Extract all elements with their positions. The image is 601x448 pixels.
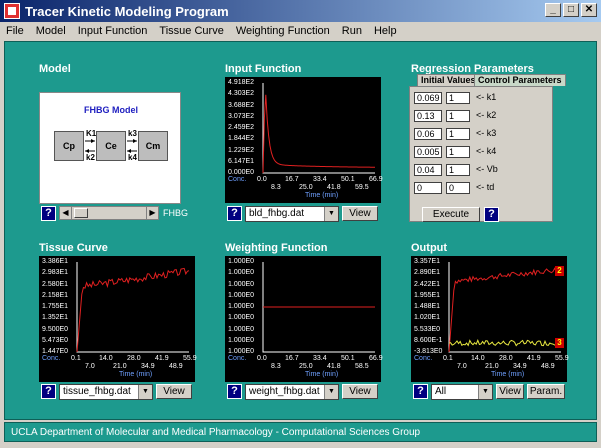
weighting-plot: 1.000E0 1.000E0 1.000E0 1.000E0 1.000E0 1.000…: [225, 256, 383, 382]
plot-axes: [76, 262, 189, 353]
output-select-value: All: [435, 386, 447, 397]
model-arrows: [85, 139, 137, 153]
menu-run[interactable]: Run: [342, 25, 362, 37]
main-area: Model FHBG Model Cp Ce Cm K1 k2 k3 k4 ? …: [4, 41, 597, 420]
close-button[interactable]: ✕: [581, 3, 597, 17]
param-value-input[interactable]: 0.06: [414, 128, 442, 140]
param-flag-input[interactable]: 1: [446, 128, 470, 140]
weighting-panel-title: Weighting Function: [225, 242, 328, 254]
chevron-down-icon[interactable]: ▼: [324, 207, 338, 221]
input-file-select[interactable]: bld_fhbg.dat ▼: [245, 206, 339, 222]
param-label: <- k2: [476, 110, 497, 120]
chevron-down-icon[interactable]: ▼: [478, 385, 492, 399]
title-bar: Tracer Kinetic Modeling Program _ □ ✕: [0, 0, 601, 22]
tab-initial-values[interactable]: Initial Values: [417, 74, 480, 86]
input-panel-title: Input Function: [225, 63, 302, 75]
tissue-help-button[interactable]: ?: [41, 384, 56, 399]
weighting-view-button[interactable]: View: [342, 384, 378, 399]
tissue-curve: [76, 267, 190, 353]
param-flag-input[interactable]: 1: [446, 92, 470, 104]
weighting-file-select[interactable]: weight_fhbg.dat ▼: [245, 384, 339, 400]
chevron-down-icon[interactable]: ▼: [138, 385, 152, 399]
series-marker: 2: [555, 266, 564, 276]
menu-model[interactable]: Model: [36, 25, 66, 37]
model-panel-title: Model: [39, 63, 71, 75]
tissue-plot: 3.386E1 2.983E1 2.580E1 2.158E1 1.755E1 1.352…: [39, 256, 197, 382]
input-view-button[interactable]: View: [342, 206, 378, 221]
slider-thumb[interactable]: [74, 208, 88, 218]
menu-input-function[interactable]: Input Function: [78, 25, 148, 37]
menu-help[interactable]: Help: [374, 25, 397, 37]
plot-axes: [262, 83, 375, 174]
param-flag-input[interactable]: 1: [446, 164, 470, 176]
param-value-input[interactable]: 0: [414, 182, 442, 194]
param-value-input[interactable]: 0.069: [414, 92, 442, 104]
rate-k4: k4: [128, 153, 137, 162]
tissue-file-select[interactable]: tissue_fhbg.dat ▼: [59, 384, 153, 400]
plot-svg: [262, 83, 376, 174]
status-bar: UCLA Department of Molecular and Medical…: [4, 422, 597, 442]
param-value-input[interactable]: 0.04: [414, 164, 442, 176]
window-title: Tracer Kinetic Modeling Program: [25, 3, 229, 19]
menu-weighting-function[interactable]: Weighting Function: [236, 25, 330, 37]
param-flag-input[interactable]: 1: [446, 110, 470, 122]
regression-form: 0.069 1 <- k1 0.13 1 <- k2 0.06 1 <- k3 0.005 1 <- …: [409, 86, 553, 222]
maximize-button[interactable]: □: [563, 3, 579, 17]
series-marker: 3: [555, 338, 564, 348]
output-plot: 3.357E1 2.890E1 2.422E1 1.955E1 1.488E1 1.020…: [411, 256, 569, 382]
output-view-button[interactable]: View: [496, 384, 524, 399]
output-tissue-curve: [448, 267, 562, 353]
menu-bar: File Model Input Function Tissue Curve W…: [0, 22, 601, 40]
output-select[interactable]: All ▼: [431, 384, 493, 400]
model-diagram: FHBG Model Cp Ce Cm K1 k2 k3 k4: [39, 92, 181, 204]
param-label: <- k3: [476, 128, 497, 138]
output-residual-curve: [448, 339, 562, 347]
slider-left-arrow[interactable]: ◀: [60, 207, 72, 219]
param-label: <- k4: [476, 146, 497, 156]
output-panel-title: Output: [411, 242, 448, 254]
tab-control-parameters[interactable]: Control Parameters: [474, 74, 566, 86]
param-label: <- td: [476, 182, 495, 192]
param-flag-input[interactable]: 1: [446, 146, 470, 158]
param-value-input[interactable]: 0.005: [414, 146, 442, 158]
plot-svg: [262, 262, 375, 353]
param-label: <- Vb: [476, 164, 498, 174]
execute-button[interactable]: Execute: [422, 207, 480, 222]
plot-svg: [76, 262, 190, 353]
input-curve: [262, 94, 376, 174]
menu-tissue-curve[interactable]: Tissue Curve: [159, 25, 223, 37]
rate-k2: k2: [86, 153, 95, 162]
param-value-input[interactable]: 0.13: [414, 110, 442, 122]
input-help-button[interactable]: ?: [227, 206, 242, 221]
input-file-value: bld_fhbg.dat: [249, 208, 305, 219]
menu-file[interactable]: File: [6, 25, 24, 37]
rate-k1: K1: [86, 129, 97, 138]
param-label: <- k1: [476, 92, 497, 102]
weighting-help-button[interactable]: ?: [227, 384, 242, 399]
weighting-file-value: weight_fhbg.dat: [249, 386, 320, 397]
tissue-panel-title: Tissue Curve: [39, 242, 108, 254]
rate-k3: k3: [128, 129, 137, 138]
app-icon: [4, 3, 20, 19]
model-name-label: FHBG: [163, 208, 189, 218]
regression-help-button[interactable]: ?: [484, 207, 499, 222]
model-help-button[interactable]: ?: [41, 206, 56, 221]
output-param-button[interactable]: Param.: [527, 384, 565, 399]
input-plot: 4.918E2 4.303E2 3.688E2 3.073E2 2.459E2 1.844…: [225, 77, 383, 203]
tissue-file-value: tissue_fhbg.dat: [63, 386, 131, 397]
chevron-down-icon[interactable]: ▼: [324, 385, 338, 399]
plot-svg: [448, 262, 562, 353]
output-help-button[interactable]: ?: [413, 384, 428, 399]
slider-right-arrow[interactable]: ▶: [146, 207, 158, 219]
tissue-view-button[interactable]: View: [156, 384, 192, 399]
model-slider[interactable]: ◀ ▶: [59, 206, 159, 220]
minimize-button[interactable]: _: [545, 3, 561, 17]
param-flag-input[interactable]: 0: [446, 182, 470, 194]
